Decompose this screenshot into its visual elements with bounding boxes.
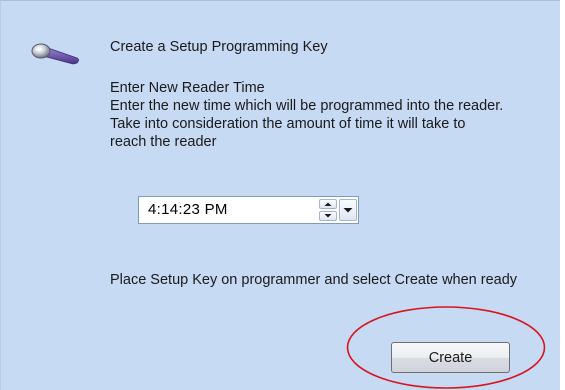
spin-down-button[interactable]: [319, 211, 337, 221]
instruction-text: Place Setup Key on programmer and select…: [110, 272, 518, 288]
wizard-title: Create a Setup Programming Key: [110, 39, 328, 55]
create-button[interactable]: Create: [391, 342, 510, 373]
step-heading: Enter New Reader Time: [110, 80, 265, 96]
key-icon: [31, 43, 79, 65]
chevron-down-icon: [324, 214, 332, 218]
time-dropdown-button[interactable]: [339, 199, 357, 221]
time-spinner[interactable]: [319, 199, 337, 221]
time-value[interactable]: 4:14:23 PM: [148, 201, 228, 218]
spin-up-button[interactable]: [319, 199, 337, 209]
reader-time-picker[interactable]: 4:14:23 PM: [138, 196, 359, 224]
wizard-panel: Create a Setup Programming Key Enter New…: [0, 0, 560, 390]
dropdown-arrow-icon: [343, 208, 353, 213]
step-description: Enter the new time which will be program…: [110, 98, 504, 150]
chevron-up-icon: [324, 202, 332, 206]
